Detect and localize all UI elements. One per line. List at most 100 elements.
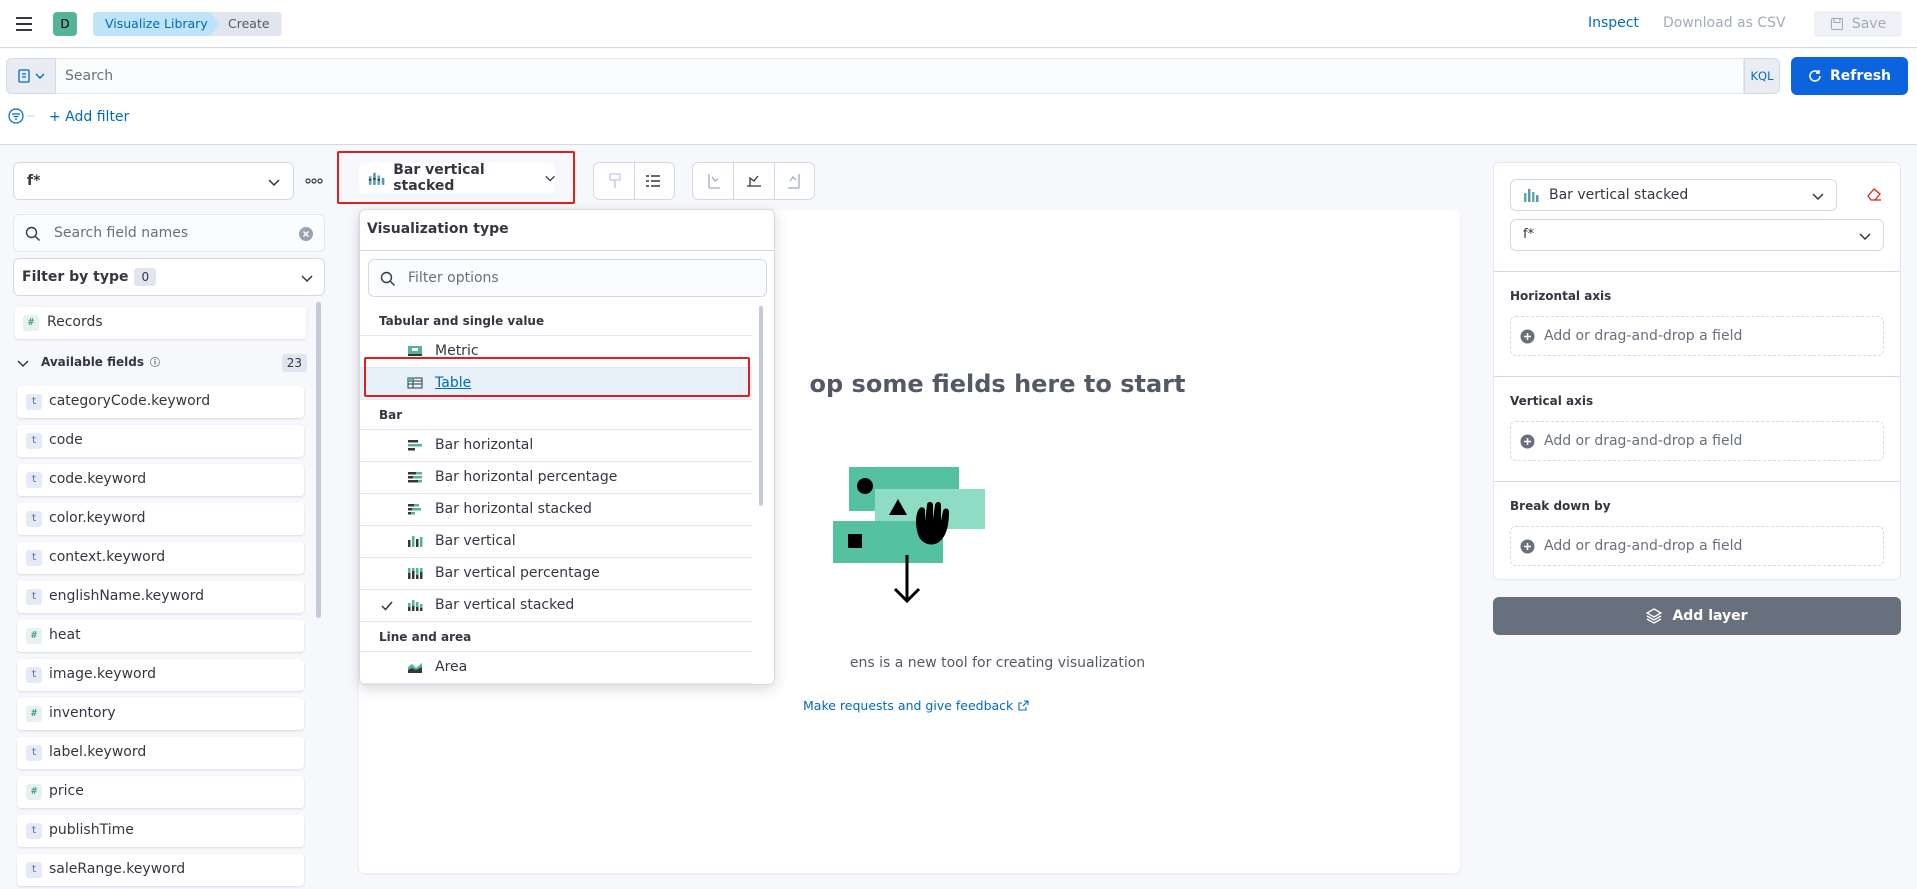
field-list-item[interactable]: t image.keyword: [17, 659, 304, 691]
feedback-link-label: Make requests and give feedback: [803, 698, 1014, 713]
field-list-item[interactable]: t publishTime: [17, 815, 304, 847]
field-list-item[interactable]: t saleRange.keyword: [17, 854, 304, 886]
available-fields-list: t categoryCode.keyword t code t code.keyword t…: [17, 386, 304, 889]
search-input[interactable]: Search: [56, 58, 1744, 94]
search-icon: [25, 226, 40, 241]
field-list-item[interactable]: t englishName.keyword: [17, 581, 304, 613]
records-label: Records: [47, 314, 103, 330]
right-axis-icon[interactable]: [787, 173, 803, 189]
download-csv-link[interactable]: Download as CSV: [1663, 15, 1786, 31]
option-bar-horizontal[interactable]: Bar horizontal: [360, 430, 752, 462]
break-down-by-dropzone[interactable]: Add or drag-and-drop a field: [1510, 526, 1884, 566]
field-list-item[interactable]: t code.keyword: [17, 464, 304, 496]
paint-brush-icon[interactable]: [608, 173, 622, 189]
sidebar-scrollbar[interactable]: [316, 302, 321, 618]
filter-by-type-button[interactable]: Filter by type 0: [13, 258, 325, 296]
space-avatar[interactable]: D: [53, 12, 77, 36]
field-list-item[interactable]: t categoryCode.keyword: [17, 386, 304, 418]
option-bar-vertical-percentage[interactable]: Bar vertical percentage: [360, 558, 752, 590]
vertical-axis-dropzone[interactable]: Add or drag-and-drop a field: [1510, 421, 1884, 461]
layer-index-select[interactable]: f*: [1510, 219, 1884, 251]
search-icon: [380, 271, 395, 286]
more-options-icon[interactable]: [305, 172, 323, 190]
field-name: image.keyword: [49, 666, 156, 682]
number-type-icon: #: [23, 315, 39, 331]
index-pattern-select[interactable]: f*: [13, 162, 294, 200]
chart-type-switch-button[interactable]: Bar vertical stacked: [359, 162, 555, 194]
bar-vertical-percentage-icon: [407, 567, 423, 579]
layer-index-value: f*: [1523, 227, 1535, 242]
save-button[interactable]: Save: [1814, 11, 1902, 37]
chevron-down-icon: [1859, 233, 1871, 241]
field-name: price: [49, 783, 84, 799]
left-axis-icon[interactable]: [705, 173, 721, 189]
string-type-icon: t: [26, 745, 42, 761]
breadcrumb-visualize-library[interactable]: Visualize Library: [93, 12, 230, 36]
dropzone-label: Add or drag-and-drop a field: [1544, 538, 1743, 554]
bar-vertical-icon: [407, 535, 423, 547]
bar-vertical-stacked-icon: [368, 172, 385, 185]
option-bar-horizontal-percentage[interactable]: Bar horizontal percentage: [360, 462, 752, 494]
visualization-type-popover: Visualization type Filter options Tabula…: [359, 209, 775, 685]
records-field[interactable]: # Records: [15, 307, 306, 339]
string-type-icon: t: [26, 823, 42, 839]
option-bar-vertical-stacked[interactable]: Bar vertical stacked: [360, 590, 752, 622]
bar-vertical-stacked-icon: [1524, 189, 1539, 202]
add-filter-button[interactable]: + Add filter: [49, 109, 129, 125]
option-label: Bar horizontal stacked: [435, 501, 592, 517]
field-list-item[interactable]: t code: [17, 425, 304, 457]
field-list-item[interactable]: t color.keyword: [17, 503, 304, 535]
break-down-by-section: Break down by Add or drag-and-drop a fie…: [1494, 481, 1900, 579]
add-layer-button[interactable]: Add layer: [1493, 597, 1901, 635]
option-area[interactable]: Area: [360, 652, 752, 684]
dropzone-label: Add or drag-and-drop a field: [1544, 328, 1743, 344]
feedback-link[interactable]: Make requests and give feedback: [803, 698, 1029, 713]
filter-options-icon[interactable]: [8, 108, 38, 124]
bottom-axis-icon[interactable]: [746, 173, 762, 189]
option-bar-vertical[interactable]: Bar vertical: [360, 526, 752, 558]
vertical-axis-label: Vertical axis: [1510, 394, 1594, 408]
refresh-icon: [1809, 70, 1821, 82]
horizontal-axis-section: Horizontal axis Add or drag-and-drop a f…: [1494, 271, 1900, 376]
hamburger-menu-icon[interactable]: [14, 14, 34, 34]
query-language-button[interactable]: KQL: [1744, 58, 1780, 94]
appearance-toolbar-group: [593, 162, 675, 200]
inspect-link[interactable]: Inspect: [1588, 15, 1639, 31]
field-name: publishTime: [49, 822, 134, 838]
field-list-item[interactable]: # price: [17, 776, 304, 808]
eraser-icon[interactable]: [1866, 187, 1882, 201]
help-icon[interactable]: ⓘ: [150, 354, 160, 369]
number-type-icon: #: [26, 628, 42, 644]
clear-icon[interactable]: [298, 226, 314, 242]
field-list-item[interactable]: t context.keyword: [17, 542, 304, 574]
table-option-highlight: [364, 357, 750, 397]
available-fields-header[interactable]: Available fields ⓘ 23: [17, 354, 307, 372]
field-name: saleRange.keyword: [49, 861, 186, 877]
drag-drop-illustration: [833, 467, 985, 604]
filter-by-type-label: Filter by type: [22, 269, 129, 285]
field-name: categoryCode.keyword: [49, 393, 211, 409]
legend-icon[interactable]: [645, 173, 661, 189]
bar-horizontal-percentage-icon: [407, 471, 423, 483]
dropzone-label: Add or drag-and-drop a field: [1544, 433, 1743, 449]
string-type-icon: t: [26, 589, 42, 605]
refresh-button[interactable]: Refresh: [1791, 57, 1908, 95]
filter-options-input[interactable]: Filter options: [368, 259, 767, 297]
popover-scrollbar[interactable]: [759, 306, 763, 506]
saved-query-button[interactable]: [6, 58, 56, 94]
bar-horizontal-icon: [407, 439, 423, 451]
field-name: code.keyword: [49, 471, 147, 487]
break-down-by-label: Break down by: [1510, 499, 1611, 513]
layer-chart-type-select[interactable]: Bar vertical stacked: [1510, 179, 1837, 211]
option-label: Bar vertical: [435, 533, 516, 549]
chevron-down-icon: [545, 175, 555, 182]
layers-icon: [1646, 608, 1663, 624]
external-link-icon: [1018, 700, 1029, 711]
field-search-input[interactable]: Search field names: [13, 214, 325, 252]
metric-icon: [407, 345, 423, 357]
field-list-item[interactable]: t label.keyword: [17, 737, 304, 769]
field-list-item[interactable]: # heat: [17, 620, 304, 652]
field-list-item[interactable]: # inventory: [17, 698, 304, 730]
option-bar-horizontal-stacked[interactable]: Bar horizontal stacked: [360, 494, 752, 526]
horizontal-axis-dropzone[interactable]: Add or drag-and-drop a field: [1510, 316, 1884, 356]
